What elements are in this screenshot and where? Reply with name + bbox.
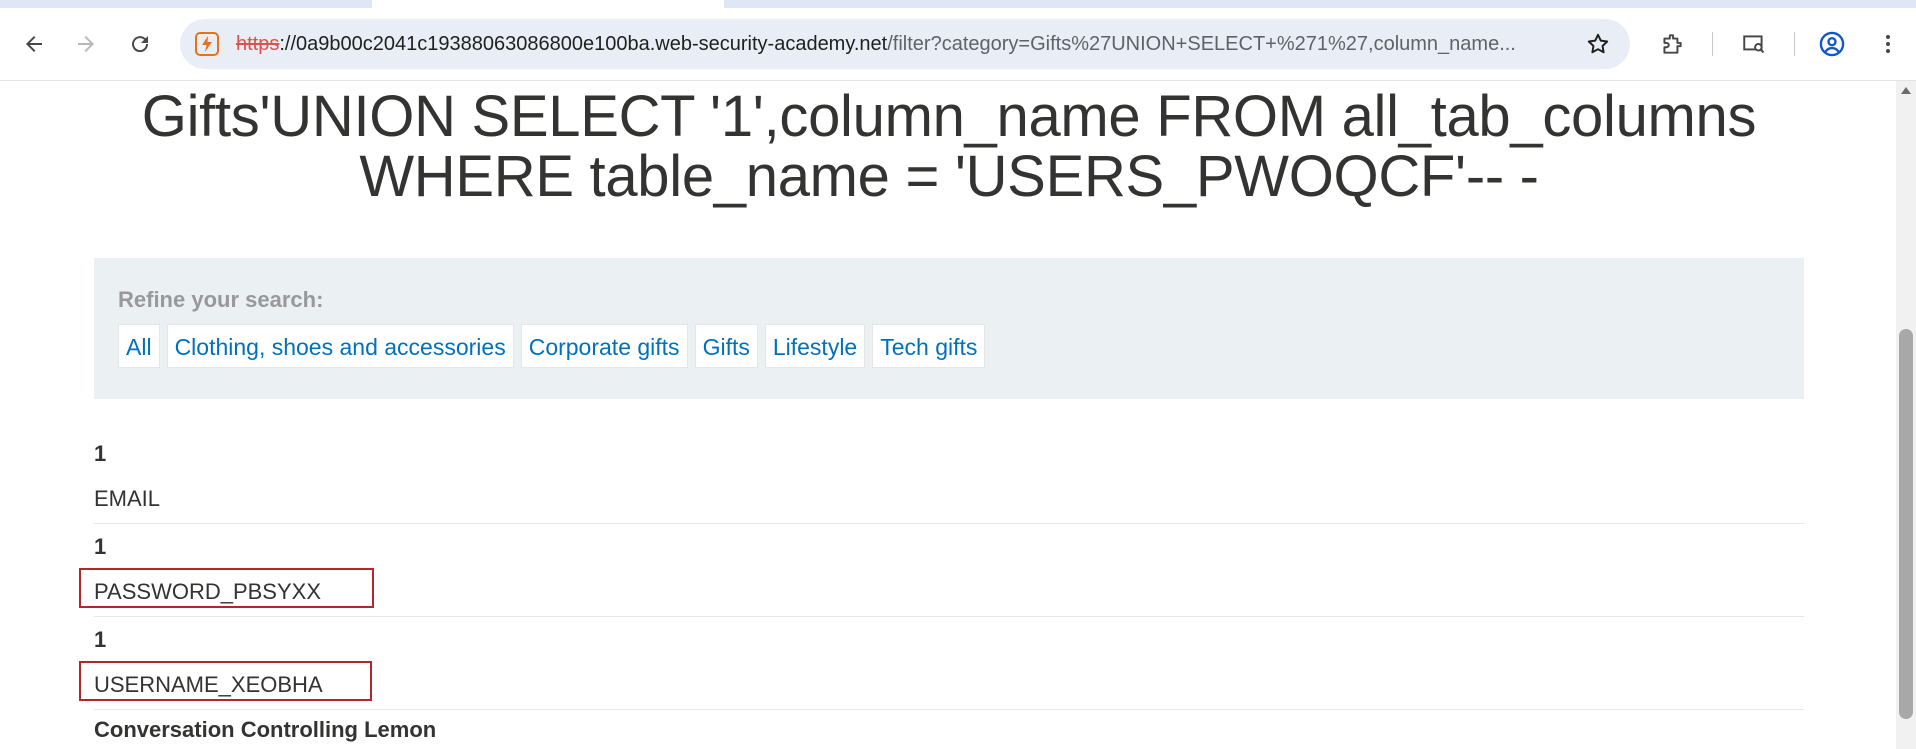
cast-search-icon — [1743, 35, 1765, 54]
result-name: 1 — [94, 441, 107, 466]
active-tab[interactable] — [372, 0, 724, 8]
filter-link-tech-gifts[interactable]: Tech gifts — [872, 324, 986, 368]
url-scheme: https — [236, 33, 280, 55]
vertical-scrollbar[interactable] — [1896, 81, 1916, 749]
bookmark-star-icon[interactable] — [1584, 30, 1612, 58]
url-text[interactable]: https://0a9b00c2041c19388063086800e100ba… — [236, 33, 1556, 56]
result-name: 1 — [94, 627, 107, 652]
result-value: EMAIL — [94, 486, 161, 511]
url-path: /filter?category=Gifts%27UNION+SELECT+%2… — [887, 33, 1516, 55]
url-host: ://0a9b00c2041c19388063086800e100ba.web-… — [279, 33, 888, 55]
reload-button[interactable] — [120, 24, 160, 64]
kebab-menu-icon — [1886, 35, 1890, 53]
arrow-left-icon — [26, 36, 42, 52]
toolbar-separator — [1794, 32, 1795, 56]
profile-icon — [1819, 31, 1845, 57]
product-title: Conversation Controlling Lemon — [94, 717, 437, 742]
filter-panel: Refine your search: All Clothing, shoes … — [94, 258, 1804, 399]
result-value: USERNAME_XEOBHA — [94, 672, 323, 697]
filter-link-gifts[interactable]: Gifts — [694, 324, 758, 368]
menu-button[interactable] — [1868, 24, 1908, 64]
filter-link-all[interactable]: All — [118, 324, 160, 368]
puzzle-icon — [1663, 34, 1682, 54]
result-value: PASSWORD_PBSYXX — [94, 579, 321, 604]
profile-button[interactable] — [1812, 24, 1852, 64]
page-viewport: Gifts'UNION SELECT '1',column_name FROM … — [0, 81, 1896, 749]
filter-link-lifestyle[interactable]: Lifestyle — [764, 324, 866, 368]
tab-strip — [0, 0, 1916, 8]
back-button[interactable] — [14, 24, 54, 64]
address-bar[interactable]: https://0a9b00c2041c19388063086800e100ba… — [180, 19, 1630, 69]
scroll-up-icon[interactable] — [1901, 87, 1911, 94]
toolbar-separator — [1712, 32, 1713, 56]
arrow-right-icon — [78, 36, 94, 52]
results-table: 1 EMAIL 1 PASSWORD_PBSYXX 1 USERNAME_XEO… — [79, 431, 1804, 742]
filter-links: All Clothing, shoes and accessories Corp… — [118, 324, 986, 368]
filter-link-corporate-gifts[interactable]: Corporate gifts — [520, 324, 688, 368]
forward-button[interactable] — [66, 24, 106, 64]
site-info-icon[interactable] — [194, 31, 220, 57]
cast-search-button[interactable] — [1734, 24, 1774, 64]
reload-icon — [132, 36, 149, 53]
table-row: 1 USERNAME_XEOBHA — [79, 617, 1804, 710]
extensions-button[interactable] — [1652, 24, 1692, 64]
result-name: 1 — [94, 534, 107, 559]
scrollbar-thumb[interactable] — [1899, 329, 1913, 719]
browser-toolbar: https://0a9b00c2041c19388063086800e100ba… — [0, 0, 1916, 81]
table-row: 1 EMAIL — [94, 431, 1804, 524]
filter-link-clothing[interactable]: Clothing, shoes and accessories — [166, 324, 514, 368]
table-row: 1 PASSWORD_PBSYXX — [79, 524, 1804, 617]
page-title: Gifts'UNION SELECT '1',column_name FROM … — [141, 84, 1757, 209]
filter-label: Refine your search: — [118, 287, 324, 312]
